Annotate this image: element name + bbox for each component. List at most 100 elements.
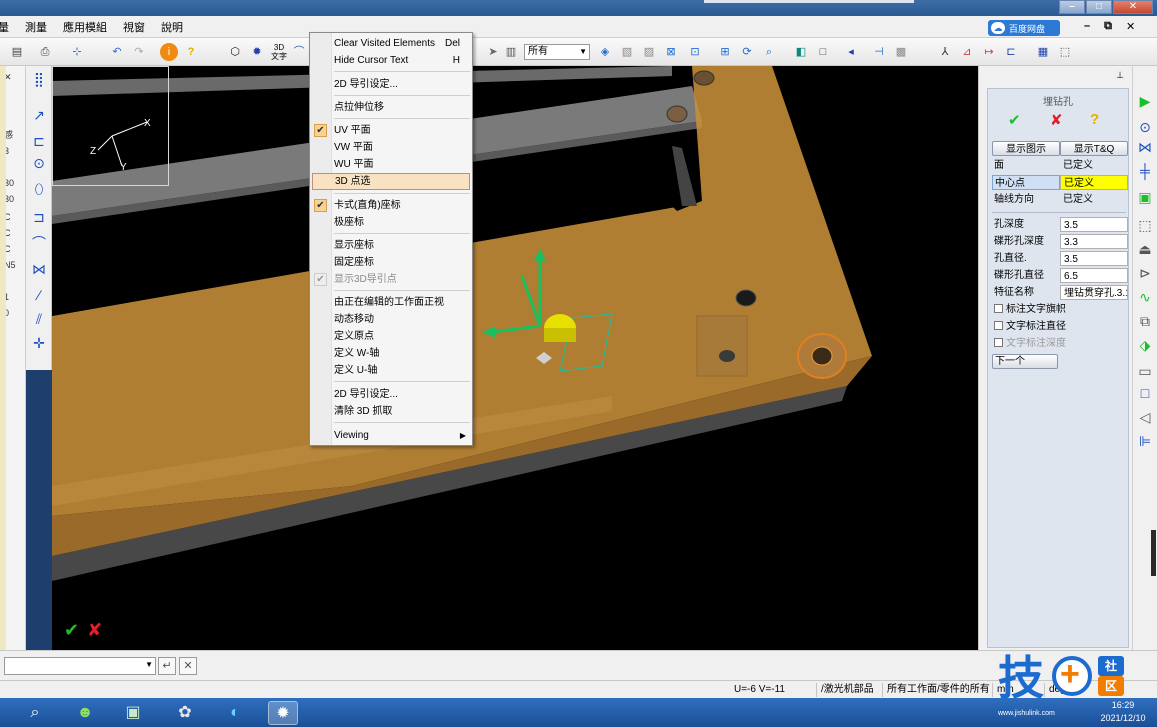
menu-define-u-axis[interactable]: 定义 U-轴 — [312, 362, 470, 379]
bracket-icon[interactable]: ⊏ — [1002, 43, 1020, 61]
shaded-icon[interactable]: ◧ — [792, 43, 810, 61]
menu-viewing[interactable]: Viewing ▶ — [312, 427, 470, 444]
arc-tool-icon[interactable]: ⌒ — [30, 234, 48, 252]
feature-face-icon[interactable]: □ — [1136, 384, 1154, 402]
arc-icon[interactable]: ⌒ — [290, 43, 308, 61]
cancel-x-icon[interactable]: ✘ — [1050, 111, 1063, 129]
show-graphic-button[interactable]: 显示图示 — [992, 141, 1060, 156]
hole-depth-field[interactable]: 3.5 — [1060, 217, 1128, 232]
feature-square-icon[interactable]: ▣ — [1136, 188, 1154, 206]
cloud-badge[interactable]: ☁ 百度网盘 — [988, 20, 1060, 36]
enter-icon[interactable]: ↵ — [158, 657, 176, 675]
reject-x-icon[interactable]: ✘ — [87, 620, 102, 641]
menu-item-tools[interactable]: 量 — [0, 19, 17, 35]
prev-view-icon[interactable]: ◂ — [842, 43, 860, 61]
wechat-app-icon[interactable]: ☻ — [70, 701, 100, 725]
text-3d-button[interactable]: 3D 文字 — [270, 43, 288, 61]
view-top-icon[interactable]: ▨ — [640, 43, 658, 61]
search-icon[interactable]: ⌕ — [20, 701, 50, 725]
label-diameter-checkbox[interactable] — [994, 321, 1003, 330]
feature-slot-icon[interactable]: ⊫ — [1136, 432, 1154, 450]
view-front-icon[interactable]: ▧ — [618, 43, 636, 61]
center-point-row[interactable]: 中心点 已定义 — [992, 175, 1128, 191]
undo-icon[interactable]: ↶ — [108, 43, 126, 61]
circle-icon[interactable]: ⊙ — [30, 154, 48, 172]
counterbore-diameter-field[interactable]: 6.5 — [1060, 268, 1128, 283]
fillet-icon[interactable]: ⋈ — [30, 260, 48, 278]
curve-icon[interactable]: ↗ — [30, 106, 48, 124]
section-icon[interactable]: ⊣ — [870, 43, 888, 61]
active-cad-app-icon[interactable]: ✹ — [268, 701, 298, 725]
calculator-icon[interactable]: ▦ — [1034, 43, 1052, 61]
graph-icon[interactable]: ⊹ — [68, 43, 86, 61]
rotate-icon[interactable]: ⟳ — [738, 43, 756, 61]
feature-extrude-icon[interactable]: ⊳ — [1136, 264, 1154, 282]
menu-polar-coords[interactable]: 极座标 — [312, 214, 470, 231]
menu-2d-guide-settings[interactable]: 2D 导引设定... — [312, 76, 470, 93]
menu-point-stretch[interactable]: 点拉伸位移 — [312, 99, 470, 116]
zoom-icon[interactable]: ⌕ — [760, 43, 778, 61]
measure-icon[interactable]: ⊿ — [958, 43, 976, 61]
parallel-icon[interactable]: ⫽ — [30, 310, 48, 328]
menu-clear-visited[interactable]: Clear Visited Elements Del — [312, 35, 470, 52]
menu-3d-pick[interactable]: 3D 点选 — [312, 173, 470, 190]
command-input[interactable]: ▼ — [4, 657, 156, 675]
label-diameter-row[interactable]: 文字标注直径 — [992, 319, 1128, 335]
menu-item-applications[interactable]: 應用模組 — [55, 19, 115, 35]
menu-show-coords[interactable]: 显示座标 — [312, 237, 470, 254]
feature-chain-icon[interactable]: ⬗ — [1136, 336, 1154, 354]
wireframe-icon[interactable]: □ — [814, 43, 832, 61]
edge-app-icon[interactable]: ◐ — [220, 701, 250, 725]
minimize-icon[interactable]: – — [1059, 0, 1085, 14]
menu-clear-3d-snap[interactable]: 清除 3D 抓取 — [312, 403, 470, 420]
restore-icon[interactable]: □ — [1086, 0, 1112, 14]
close-icon[interactable]: ✕ — [1113, 0, 1153, 14]
face-row[interactable]: 面 已定义 — [992, 158, 1128, 174]
print-icon[interactable]: ⎙ — [36, 43, 54, 61]
menu-item-measure[interactable]: 測量 — [17, 19, 55, 35]
line-icon[interactable]: ∕ — [30, 286, 48, 304]
menu-fixed-coords[interactable]: 固定座标 — [312, 254, 470, 271]
dimension-icon[interactable]: ↦ — [980, 43, 998, 61]
solid-icon[interactable]: ⬚ — [1056, 43, 1074, 61]
menu-view-normal-to-face[interactable]: 由正在编辑的工作面正视 — [312, 294, 470, 311]
clear-icon[interactable]: ✕ — [179, 657, 197, 675]
ok-check-icon[interactable]: ✔ — [1008, 111, 1021, 129]
hole-diameter-field[interactable]: 3.5 — [1060, 251, 1128, 266]
accept-check-icon[interactable]: ✔ — [64, 620, 79, 641]
feature-cut-icon[interactable]: ◁ — [1136, 408, 1154, 426]
cross-icon[interactable]: ✛ — [30, 334, 48, 352]
mdi-restore-icon[interactable]: ⧉ — [1104, 20, 1112, 33]
redo-icon[interactable]: ↷ — [130, 43, 148, 61]
filter-icon[interactable]: ▥ — [502, 43, 520, 61]
filter-select[interactable]: 所有 ▼ — [524, 44, 590, 60]
gear-icon[interactable]: ✹ — [248, 43, 266, 61]
rect-icon[interactable]: ⊏ — [30, 132, 48, 150]
counterbore-depth-field[interactable]: 3.3 — [1060, 234, 1128, 249]
help-icon[interactable]: ? — [1090, 111, 1099, 128]
cad-app-icon[interactable]: ▣ — [118, 701, 148, 725]
tools-app-icon[interactable]: ✿ — [170, 701, 200, 725]
render-icon[interactable]: ▩ — [892, 43, 910, 61]
feature-block-icon[interactable]: ⬚ — [1136, 216, 1154, 234]
axis-direction-row[interactable]: 轴线方向 已定义 — [992, 192, 1128, 208]
feature-cone-icon[interactable]: ⋈ — [1136, 138, 1154, 156]
menu-hide-cursor-text[interactable]: Hide Cursor Text H — [312, 52, 470, 69]
vertical-scroll-thumb[interactable] — [1151, 530, 1156, 576]
feature-cross-icon[interactable]: ╪ — [1136, 162, 1154, 180]
help-icon[interactable]: ? — [182, 43, 200, 61]
menu-wu-plane[interactable]: WU 平面 — [312, 156, 470, 173]
feature-circle-icon[interactable]: ⊙ — [1136, 118, 1154, 136]
pointer-icon[interactable]: ➤ — [484, 43, 502, 61]
ellipse-icon[interactable]: ⬯ — [30, 180, 48, 198]
view-right-icon[interactable]: ⊠ — [662, 43, 680, 61]
grid-icon[interactable]: ⣿ — [30, 70, 48, 88]
menu-item-help[interactable]: 說明 — [153, 19, 191, 35]
feature-name-field[interactable]: 埋钻贯穿孔.3.1 — [1060, 285, 1128, 300]
play-icon[interactable]: ▶ — [1136, 92, 1154, 110]
3d-viewport[interactable]: X Z Y — [52, 66, 978, 650]
pin-icon[interactable]: ⊥ — [1116, 70, 1124, 81]
info-icon[interactable]: i — [160, 43, 178, 61]
show-tq-button[interactable]: 显示T&Q — [1060, 141, 1128, 156]
zoom-fit-icon[interactable]: ⊞ — [716, 43, 734, 61]
